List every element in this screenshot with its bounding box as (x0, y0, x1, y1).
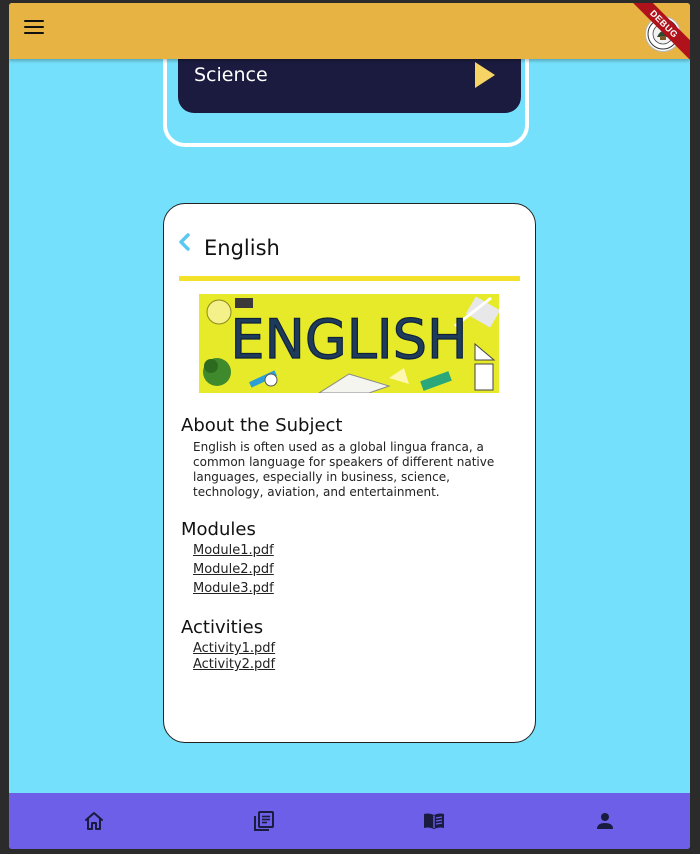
play-icon[interactable] (475, 62, 495, 88)
module-link[interactable]: Module2.pdf (193, 562, 274, 577)
subject-banner-image: ENGLISH (199, 294, 499, 393)
menu-book-icon[interactable] (422, 809, 446, 833)
activity-link[interactable]: Activity2.pdf (193, 657, 275, 672)
home-icon[interactable] (82, 809, 106, 833)
english-subject-card: English ENGLISH About the Subject Englis… (163, 203, 536, 743)
menu-icon[interactable] (24, 20, 44, 36)
about-text: English is often used as a global lingua… (193, 440, 495, 499)
modules-heading: Modules (181, 519, 256, 540)
library-books-icon[interactable] (252, 809, 276, 833)
back-chevron-icon[interactable] (176, 232, 192, 254)
activities-heading: Activities (181, 617, 264, 638)
debug-banner: DEBUG (630, 3, 690, 63)
about-heading: About the Subject (181, 415, 343, 436)
app-window: DEBUG Science English ENGLISH About the … (9, 3, 690, 849)
person-icon[interactable] (593, 809, 617, 833)
app-bar: DEBUG (9, 3, 690, 63)
activity-link[interactable]: Activity1.pdf (193, 641, 275, 656)
module-link[interactable]: Module1.pdf (193, 543, 274, 558)
banner-text: ENGLISH (230, 308, 467, 371)
module-link[interactable]: Module3.pdf (193, 581, 274, 596)
science-label: Science (194, 64, 268, 86)
background-window-edge (0, 620, 6, 820)
subject-title: English (204, 236, 280, 260)
bottom-navigation (9, 793, 690, 849)
debug-label: DEBUG (630, 3, 690, 63)
title-divider (179, 276, 520, 281)
